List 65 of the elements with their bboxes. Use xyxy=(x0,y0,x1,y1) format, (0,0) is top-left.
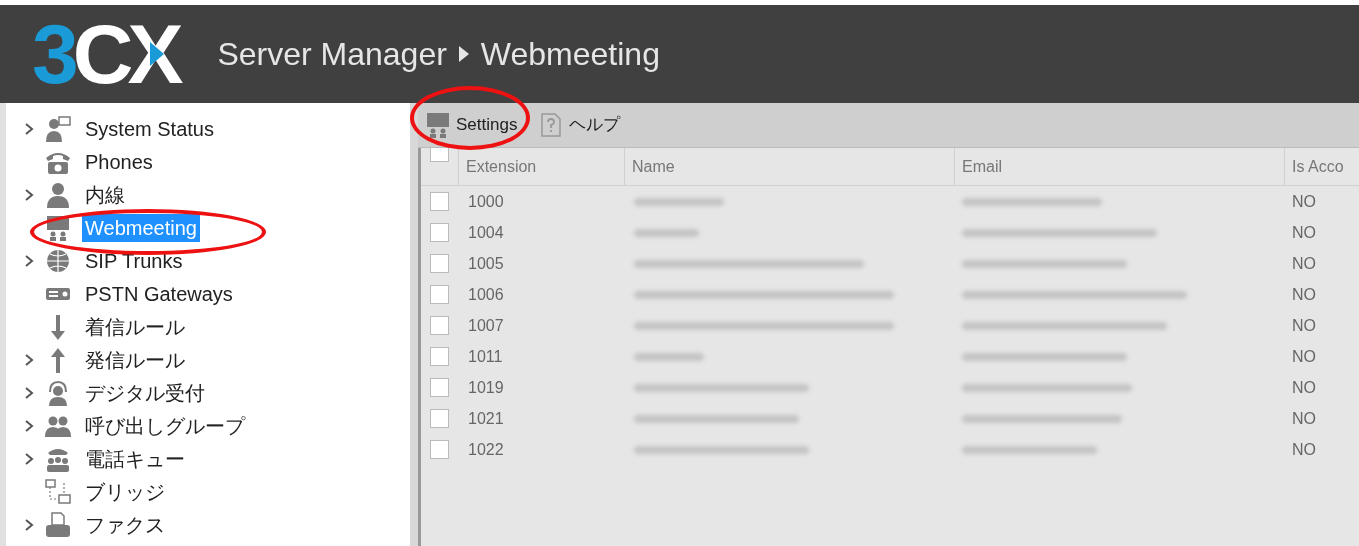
row-checkbox[interactable] xyxy=(430,378,449,397)
expand-chevron-icon[interactable] xyxy=(24,254,34,267)
table-cell: NO xyxy=(1292,440,1316,458)
table-cell: NO xyxy=(1292,378,1316,396)
meeting-icon xyxy=(44,213,72,242)
toolbar-button[interactable]: Settings xyxy=(420,111,522,139)
table-cell: 1011 xyxy=(468,347,503,365)
table-cell: NO xyxy=(1292,223,1316,241)
column-header[interactable]: Email xyxy=(954,148,1284,185)
row-checkbox[interactable] xyxy=(430,347,449,366)
table-cell: 1019 xyxy=(468,378,504,396)
expand-chevron-icon[interactable] xyxy=(24,452,34,465)
row-checkbox[interactable] xyxy=(430,316,449,335)
fax-icon xyxy=(44,510,72,539)
meeting-icon xyxy=(424,111,452,139)
table-cell: 1000 xyxy=(468,192,504,210)
sidebar-item[interactable]: ファクス xyxy=(82,510,168,539)
row-checkbox[interactable] xyxy=(430,223,449,242)
expand-chevron-icon[interactable] xyxy=(24,188,34,201)
network-icon xyxy=(44,477,72,506)
column-header[interactable]: Name xyxy=(624,148,954,185)
monitor-person-icon xyxy=(44,114,72,143)
expand-chevron-icon[interactable] xyxy=(24,386,34,399)
sidebar-item[interactable]: 発信ルール xyxy=(82,345,188,374)
table-cell: NO xyxy=(1292,409,1316,427)
table-cell: 1021 xyxy=(468,409,504,427)
expand-chevron-icon[interactable] xyxy=(24,122,34,135)
sidebar-item[interactable]: System Status xyxy=(82,114,217,143)
table-cell: NO xyxy=(1292,285,1316,303)
column-header[interactable]: Extension xyxy=(458,148,624,185)
table-cell: 1005 xyxy=(468,254,504,272)
breadcrumb-item[interactable]: Server Manager xyxy=(217,30,447,78)
sidebar-item[interactable]: 電話キュー xyxy=(82,444,188,473)
expand-chevron-icon[interactable] xyxy=(24,353,34,366)
table-cell: 1004 xyxy=(468,223,504,241)
sidebar-item[interactable]: PSTN Gateways xyxy=(82,279,236,308)
table-cell: NO xyxy=(1292,347,1316,365)
sidebar-item[interactable]: デジタル受付 xyxy=(82,378,208,407)
table-cell: NO xyxy=(1292,254,1316,272)
row-checkbox[interactable] xyxy=(430,285,449,304)
breadcrumb-arrow-icon xyxy=(458,46,469,62)
row-checkbox[interactable] xyxy=(430,409,449,428)
table-cell: NO xyxy=(1292,316,1316,334)
sidebar-item[interactable]: ブリッジ xyxy=(82,477,168,506)
row-checkbox[interactable] xyxy=(430,254,449,273)
person-icon xyxy=(44,180,72,209)
breadcrumb-item: Webmeeting xyxy=(480,35,660,74)
table-cell: 1007 xyxy=(468,316,504,334)
table-cell: 1022 xyxy=(468,440,504,458)
row-checkbox[interactable] xyxy=(430,192,449,211)
table-cell: NO xyxy=(1292,192,1316,210)
redacted-text xyxy=(634,352,704,361)
redacted-text xyxy=(634,228,699,237)
expand-chevron-icon[interactable] xyxy=(24,419,34,432)
select-all-checkbox[interactable] xyxy=(430,148,449,162)
table-cell: 1006 xyxy=(468,285,504,303)
column-header[interactable]: Is Acco xyxy=(1284,148,1359,185)
sidebar-item[interactable]: Phones xyxy=(82,147,156,176)
sidebar-item[interactable]: 着信ルール xyxy=(82,312,188,341)
sidebar-item[interactable]: 内線 xyxy=(82,180,128,209)
row-checkbox[interactable] xyxy=(430,440,449,459)
sidebar-item[interactable]: SIP Trunks xyxy=(82,246,186,275)
toolbar-button[interactable]: ヘルプ xyxy=(533,111,625,139)
expand-chevron-icon[interactable] xyxy=(24,518,34,531)
sidebar-item[interactable]: 呼び出しグループ xyxy=(82,411,248,440)
